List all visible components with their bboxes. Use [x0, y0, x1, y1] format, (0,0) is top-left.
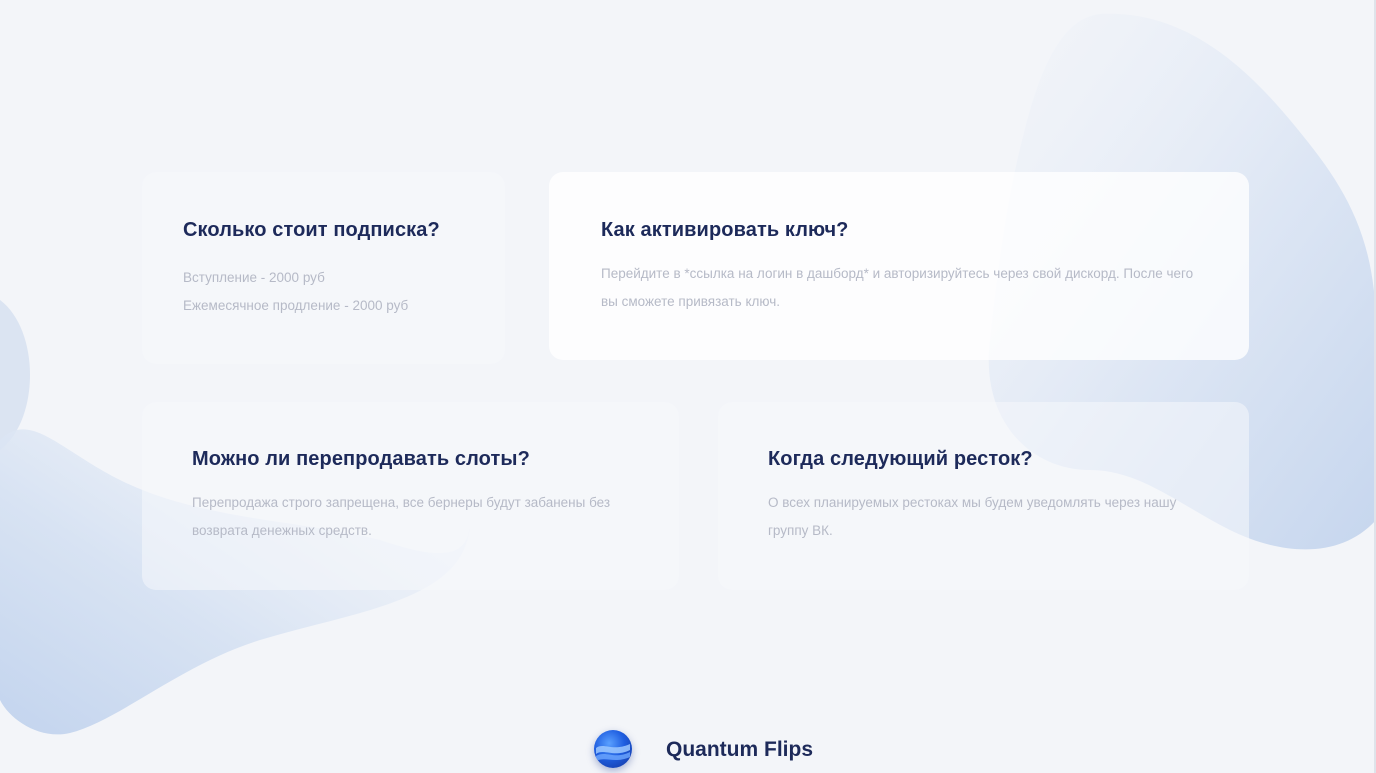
brand-name: Quantum Flips — [666, 738, 813, 761]
faq-answer-line: Вступление - 2000 руб — [183, 270, 325, 285]
background-blob-decoration — [0, 13, 1376, 735]
faq-card-resell-slots: Можно ли перепродавать слоты? Перепродаж… — [142, 402, 679, 590]
faq-card-next-restock: Когда следующий ресток? О всех планируем… — [718, 402, 1249, 590]
faq-question: Когда следующий ресток? — [768, 448, 1033, 470]
faq-question: Можно ли перепродавать слоты? — [192, 448, 530, 470]
faq-card-activate-key: Как активировать ключ? Перейдите в *ссыл… — [549, 172, 1249, 360]
faq-answer: Перейдите в *ссылка на логин в дашборд* … — [601, 266, 1194, 309]
faq-question: Как активировать ключ? — [601, 219, 849, 241]
quantum-wave-icon — [594, 730, 632, 768]
faq-answer: О всех планируемых рестоках мы будем уве… — [768, 495, 1177, 538]
faq-answer: Перепродажа строго запрещена, все бернер… — [192, 495, 611, 538]
faq-answer: Вступление - 2000 руб Ежемесячное продле… — [183, 264, 483, 320]
faq-answer-line: Ежемесячное продление - 2000 руб — [183, 298, 409, 313]
faq-question: Сколько стоит подписка? — [183, 219, 440, 241]
faq-page: Сколько стоит подписка? Вступление - 200… — [0, 0, 1376, 773]
faq-card-subscription-price: Сколько стоит подписка? Вступление - 200… — [142, 172, 505, 364]
